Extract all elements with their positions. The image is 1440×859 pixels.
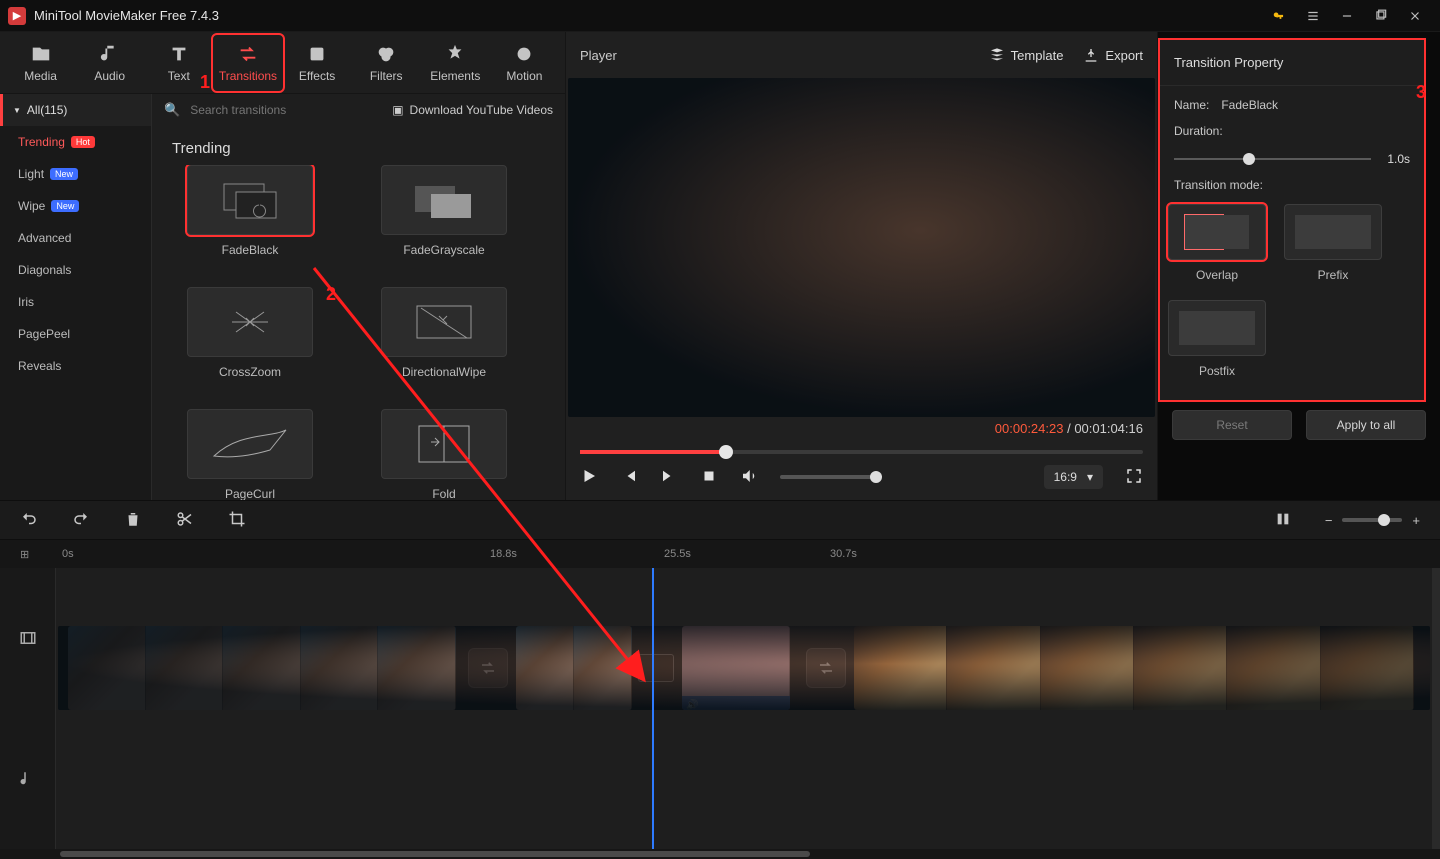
transition-applied[interactable] bbox=[638, 654, 674, 682]
ruler-mark: 30.7s bbox=[830, 548, 857, 560]
transition-pagecurl[interactable]: PageCurl bbox=[170, 409, 330, 500]
category-pagepeel[interactable]: PagePeel bbox=[0, 318, 151, 350]
redo-icon[interactable] bbox=[72, 510, 90, 531]
grid-section-title: Trending bbox=[152, 126, 565, 165]
play-icon[interactable] bbox=[580, 467, 598, 488]
split-icon[interactable] bbox=[176, 510, 194, 531]
transition-property-panel: Transition Property 3 Name:FadeBlack Dur… bbox=[1158, 38, 1426, 402]
stop-icon[interactable] bbox=[700, 467, 718, 488]
titlebar: ▶ MiniTool MovieMaker Free 7.4.3 bbox=[0, 0, 1440, 32]
minimize-icon[interactable] bbox=[1330, 0, 1364, 32]
ruler-mark: 0s bbox=[62, 548, 74, 560]
tab-audio[interactable]: Audio bbox=[75, 35, 144, 91]
youtube-icon: ▣ bbox=[392, 103, 403, 117]
category-advanced[interactable]: Advanced bbox=[0, 222, 151, 254]
player-panel: Player Template Export 00:00:24:23 / 00:… bbox=[565, 32, 1158, 500]
video-preview[interactable] bbox=[568, 78, 1155, 417]
clip-2[interactable] bbox=[516, 626, 632, 710]
download-youtube-link[interactable]: ▣ Download YouTube Videos bbox=[392, 103, 553, 117]
prev-icon[interactable] bbox=[620, 467, 638, 488]
apply-all-button[interactable]: Apply to all bbox=[1306, 410, 1426, 440]
transition-crosszoom[interactable]: CrossZoom bbox=[170, 287, 330, 379]
clip-4[interactable] bbox=[854, 626, 1414, 710]
license-key-icon[interactable] bbox=[1262, 0, 1296, 32]
zoom-slider[interactable] bbox=[1342, 518, 1402, 522]
category-trending[interactable]: TrendingHot bbox=[0, 126, 151, 158]
app-icon: ▶ bbox=[8, 7, 26, 25]
zoom-out-icon[interactable]: − bbox=[1325, 513, 1333, 528]
mode-overlap[interactable]: Overlap bbox=[1168, 204, 1266, 282]
timeline-area: − + ⊞ 0s 18.8s 25.5s 30.7s 🔊 bbox=[0, 500, 1440, 859]
player-title: Player bbox=[580, 48, 617, 63]
name-label: Name: bbox=[1174, 98, 1209, 112]
horizontal-scrollbar[interactable] bbox=[0, 849, 1440, 859]
transition-slot-2[interactable] bbox=[806, 648, 846, 688]
transition-slot-1[interactable] bbox=[468, 648, 508, 688]
ruler-mark: 25.5s bbox=[664, 548, 691, 560]
category-reveals[interactable]: Reveals bbox=[0, 350, 151, 382]
aspect-select[interactable]: 16:9▾ bbox=[1044, 465, 1103, 489]
next-icon[interactable] bbox=[660, 467, 678, 488]
template-button[interactable]: Template bbox=[989, 47, 1064, 63]
category-diagonals[interactable]: Diagonals bbox=[0, 254, 151, 286]
category-light[interactable]: LightNew bbox=[0, 158, 151, 190]
clip-1[interactable] bbox=[68, 626, 456, 710]
transition-directionalwipe[interactable]: DirectionalWipe bbox=[364, 287, 524, 379]
audio-track-icon[interactable] bbox=[0, 709, 55, 850]
transition-fadeblack[interactable]: FadeBlack bbox=[170, 165, 330, 257]
reset-button[interactable]: Reset bbox=[1172, 410, 1292, 440]
maximize-icon[interactable] bbox=[1364, 0, 1398, 32]
tab-transitions[interactable]: Transitions bbox=[213, 35, 282, 91]
duration-value: 1.0s bbox=[1387, 152, 1410, 166]
search-input[interactable] bbox=[190, 103, 382, 117]
clip-audio-icon: 🔊 bbox=[686, 700, 698, 710]
library-toolbar: Media Audio Text Transitions Effects Fil… bbox=[0, 32, 565, 94]
timeline-ruler[interactable]: ⊞ 0s 18.8s 25.5s 30.7s bbox=[0, 540, 1440, 568]
clip-3[interactable]: 🔊 bbox=[682, 626, 790, 710]
category-sidebar: All(115) TrendingHot LightNew WipeNew Ad… bbox=[0, 94, 152, 500]
tab-filters[interactable]: Filters bbox=[352, 35, 421, 91]
tab-text[interactable]: Text bbox=[144, 35, 213, 91]
volume-slider[interactable] bbox=[780, 475, 876, 479]
category-wipe[interactable]: WipeNew bbox=[0, 190, 151, 222]
time-total: 00:01:04:16 bbox=[1074, 421, 1143, 436]
crop-icon[interactable] bbox=[228, 510, 246, 531]
mode-label: Transition mode: bbox=[1174, 178, 1263, 192]
vertical-scrollbar[interactable] bbox=[1432, 568, 1440, 849]
fullscreen-icon[interactable] bbox=[1125, 467, 1143, 488]
tab-media[interactable]: Media bbox=[6, 35, 75, 91]
chevron-down-icon: ▾ bbox=[1087, 470, 1093, 484]
name-value: FadeBlack bbox=[1221, 98, 1278, 112]
category-all[interactable]: All(115) bbox=[0, 94, 151, 126]
tab-elements[interactable]: Elements bbox=[421, 35, 490, 91]
volume-icon[interactable] bbox=[740, 467, 758, 488]
app-title: MiniTool MovieMaker Free 7.4.3 bbox=[34, 8, 1262, 23]
props-title: Transition Property bbox=[1160, 40, 1424, 86]
ruler-mark: 18.8s bbox=[490, 548, 517, 560]
close-icon[interactable] bbox=[1398, 0, 1432, 32]
duration-slider[interactable]: 1.0s bbox=[1174, 152, 1410, 166]
snap-icon[interactable] bbox=[1275, 511, 1291, 530]
undo-icon[interactable] bbox=[20, 510, 38, 531]
mode-postfix[interactable]: Postfix bbox=[1168, 300, 1266, 378]
video-track-icon[interactable] bbox=[0, 568, 55, 709]
zoom-in-icon[interactable]: + bbox=[1412, 513, 1420, 528]
export-button[interactable]: Export bbox=[1083, 47, 1143, 63]
duration-label: Duration: bbox=[1174, 124, 1223, 138]
transition-fold[interactable]: Fold bbox=[364, 409, 524, 500]
add-track-icon[interactable]: ⊞ bbox=[20, 548, 29, 561]
seek-bar[interactable] bbox=[580, 450, 1143, 454]
search-icon: 🔍 bbox=[164, 102, 180, 118]
tab-effects[interactable]: Effects bbox=[283, 35, 352, 91]
delete-icon[interactable] bbox=[124, 510, 142, 531]
transition-grid-area: 🔍 ▣ Download YouTube Videos Trending Fad… bbox=[152, 94, 565, 500]
library-panel: Media Audio Text Transitions Effects Fil… bbox=[0, 32, 565, 500]
time-current: 00:00:24:23 bbox=[995, 421, 1064, 436]
menu-icon[interactable] bbox=[1296, 0, 1330, 32]
tab-motion[interactable]: Motion bbox=[490, 35, 559, 91]
transition-fadegrayscale[interactable]: FadeGrayscale bbox=[364, 165, 524, 257]
playhead[interactable] bbox=[652, 568, 654, 849]
category-iris[interactable]: Iris bbox=[0, 286, 151, 318]
mode-prefix[interactable]: Prefix bbox=[1284, 204, 1382, 282]
